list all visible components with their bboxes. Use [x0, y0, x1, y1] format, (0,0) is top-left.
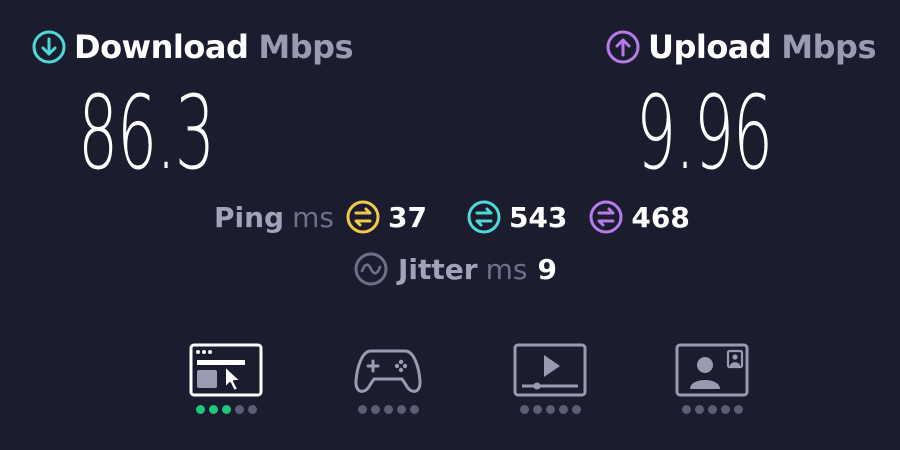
- rating-dot: [532, 405, 542, 414]
- download-header: Download Mbps: [32, 28, 354, 66]
- upload-unit: Mbps: [781, 28, 876, 66]
- jitter-row: Jitter ms 9: [354, 252, 557, 286]
- rating-dot: [208, 405, 218, 414]
- upload-latency-icon: [589, 200, 623, 234]
- rating-dot: [370, 405, 380, 414]
- test-gaming[interactable]: [351, 343, 425, 414]
- rating-dot: [694, 405, 704, 414]
- download-label: Download: [74, 28, 249, 66]
- video-chat-icon: [675, 343, 749, 397]
- test-video-chat[interactable]: [675, 343, 749, 414]
- ping-idle-value: 37: [387, 200, 427, 234]
- rating-dots: [675, 405, 749, 414]
- test-web-browsing[interactable]: [189, 343, 263, 414]
- jitter-unit: ms: [485, 252, 528, 286]
- download-arrow-icon: [32, 30, 66, 64]
- browser-cursor-icon: [189, 343, 263, 397]
- rating-dot: [383, 405, 393, 414]
- ping-label: Ping: [214, 200, 285, 234]
- download-latency-icon: [467, 200, 501, 234]
- rating-dot: [247, 405, 257, 414]
- jitter-value: 9: [537, 252, 557, 286]
- rating-dots: [351, 405, 425, 414]
- ping-download-value: 543: [508, 200, 568, 234]
- rating-dot: [545, 405, 555, 414]
- rating-dot: [409, 405, 419, 414]
- ping-upload-value: 468: [631, 200, 690, 234]
- upload-arrow-icon: [606, 30, 640, 64]
- rating-dot: [195, 405, 205, 414]
- rating-dot: [733, 405, 743, 414]
- rating-dot: [571, 405, 581, 414]
- ping-row: Ping ms 37 543 468: [214, 200, 690, 234]
- upload-header: Upload Mbps: [606, 28, 876, 66]
- rating-dot: [357, 405, 367, 414]
- rating-dot: [519, 405, 529, 414]
- download-unit: Mbps: [258, 28, 354, 66]
- gamepad-icon: [354, 349, 422, 393]
- test-types: [0, 343, 900, 423]
- ping-unit: ms: [292, 200, 334, 234]
- jitter-label: Jitter: [398, 252, 478, 286]
- rating-dot: [707, 405, 717, 414]
- rating-dot: [720, 405, 730, 414]
- rating-dot: [558, 405, 568, 414]
- rating-dots: [189, 405, 263, 414]
- download-speed-value: 86.3: [78, 74, 215, 193]
- upload-speed-value: 9.96: [636, 74, 773, 193]
- rating-dots: [513, 405, 587, 414]
- upload-label: Upload: [647, 28, 772, 66]
- idle-latency-icon: [346, 200, 380, 234]
- video-player-icon: [513, 343, 587, 397]
- test-video-streaming[interactable]: [513, 343, 587, 414]
- rating-dot: [234, 405, 244, 414]
- rating-dot: [221, 405, 231, 414]
- jitter-wave-icon: [354, 252, 388, 286]
- rating-dot: [681, 405, 691, 414]
- rating-dot: [396, 405, 406, 414]
